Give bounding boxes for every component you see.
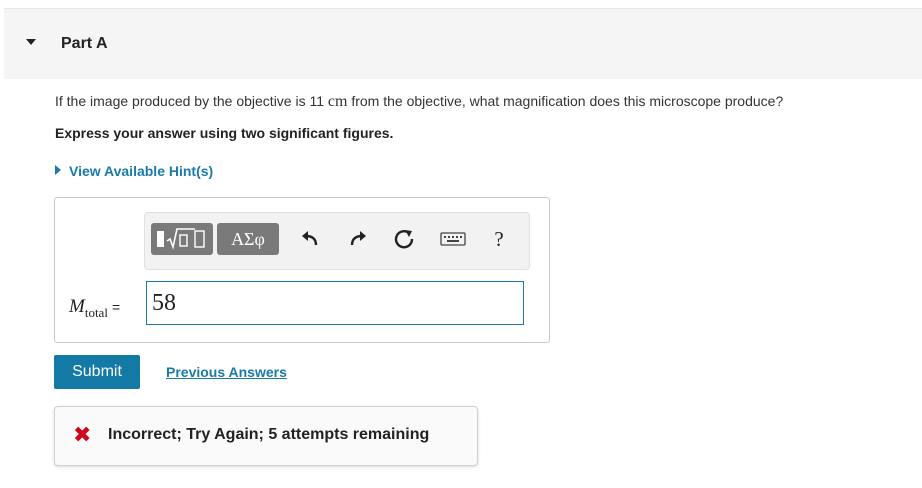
collapse-caret-icon[interactable] bbox=[26, 39, 36, 45]
equals-sign: = bbox=[111, 299, 121, 315]
question-unit: cm bbox=[327, 93, 348, 110]
reset-icon[interactable] bbox=[392, 227, 416, 251]
submit-button[interactable]: Submit bbox=[54, 355, 140, 389]
keyboard-icon[interactable] bbox=[439, 227, 467, 251]
question-text: If the image produced by the objective i… bbox=[55, 93, 783, 111]
question-suffix: from the objective, what magnification d… bbox=[347, 93, 784, 109]
answer-variable-label: Mtotal = bbox=[69, 296, 120, 321]
part-header[interactable]: Part A bbox=[4, 8, 922, 79]
previous-answers-link[interactable]: Previous Answers bbox=[166, 364, 287, 380]
hint-caret-icon bbox=[55, 165, 61, 175]
answer-box: ΑΣφ ? Mtotal = 58 bbox=[54, 197, 550, 343]
part-title: Part A bbox=[61, 35, 108, 52]
math-toolbar: ΑΣφ ? bbox=[144, 212, 530, 270]
template-button[interactable] bbox=[151, 223, 213, 255]
var-sub: total bbox=[84, 304, 108, 320]
answer-input[interactable]: 58 bbox=[146, 281, 524, 325]
hint-label: View Available Hint(s) bbox=[69, 163, 214, 179]
var-main: M bbox=[69, 296, 85, 317]
template-icon bbox=[157, 228, 205, 250]
feedback-text: Incorrect; Try Again; 5 attempts remaini… bbox=[108, 426, 430, 443]
view-hints-link[interactable]: View Available Hint(s) bbox=[55, 163, 213, 179]
redo-icon[interactable] bbox=[346, 227, 370, 251]
x-icon: ✖ bbox=[73, 422, 92, 447]
instruction-text: Express your answer using two significan… bbox=[55, 125, 394, 141]
greek-symbols-button[interactable]: ΑΣφ bbox=[217, 223, 279, 255]
question-prefix: If the image produced by the objective i… bbox=[55, 93, 328, 109]
feedback-box: ✖ Incorrect; Try Again; 5 attempts remai… bbox=[54, 406, 478, 466]
help-icon[interactable]: ? bbox=[487, 227, 511, 251]
undo-icon[interactable] bbox=[298, 227, 322, 251]
